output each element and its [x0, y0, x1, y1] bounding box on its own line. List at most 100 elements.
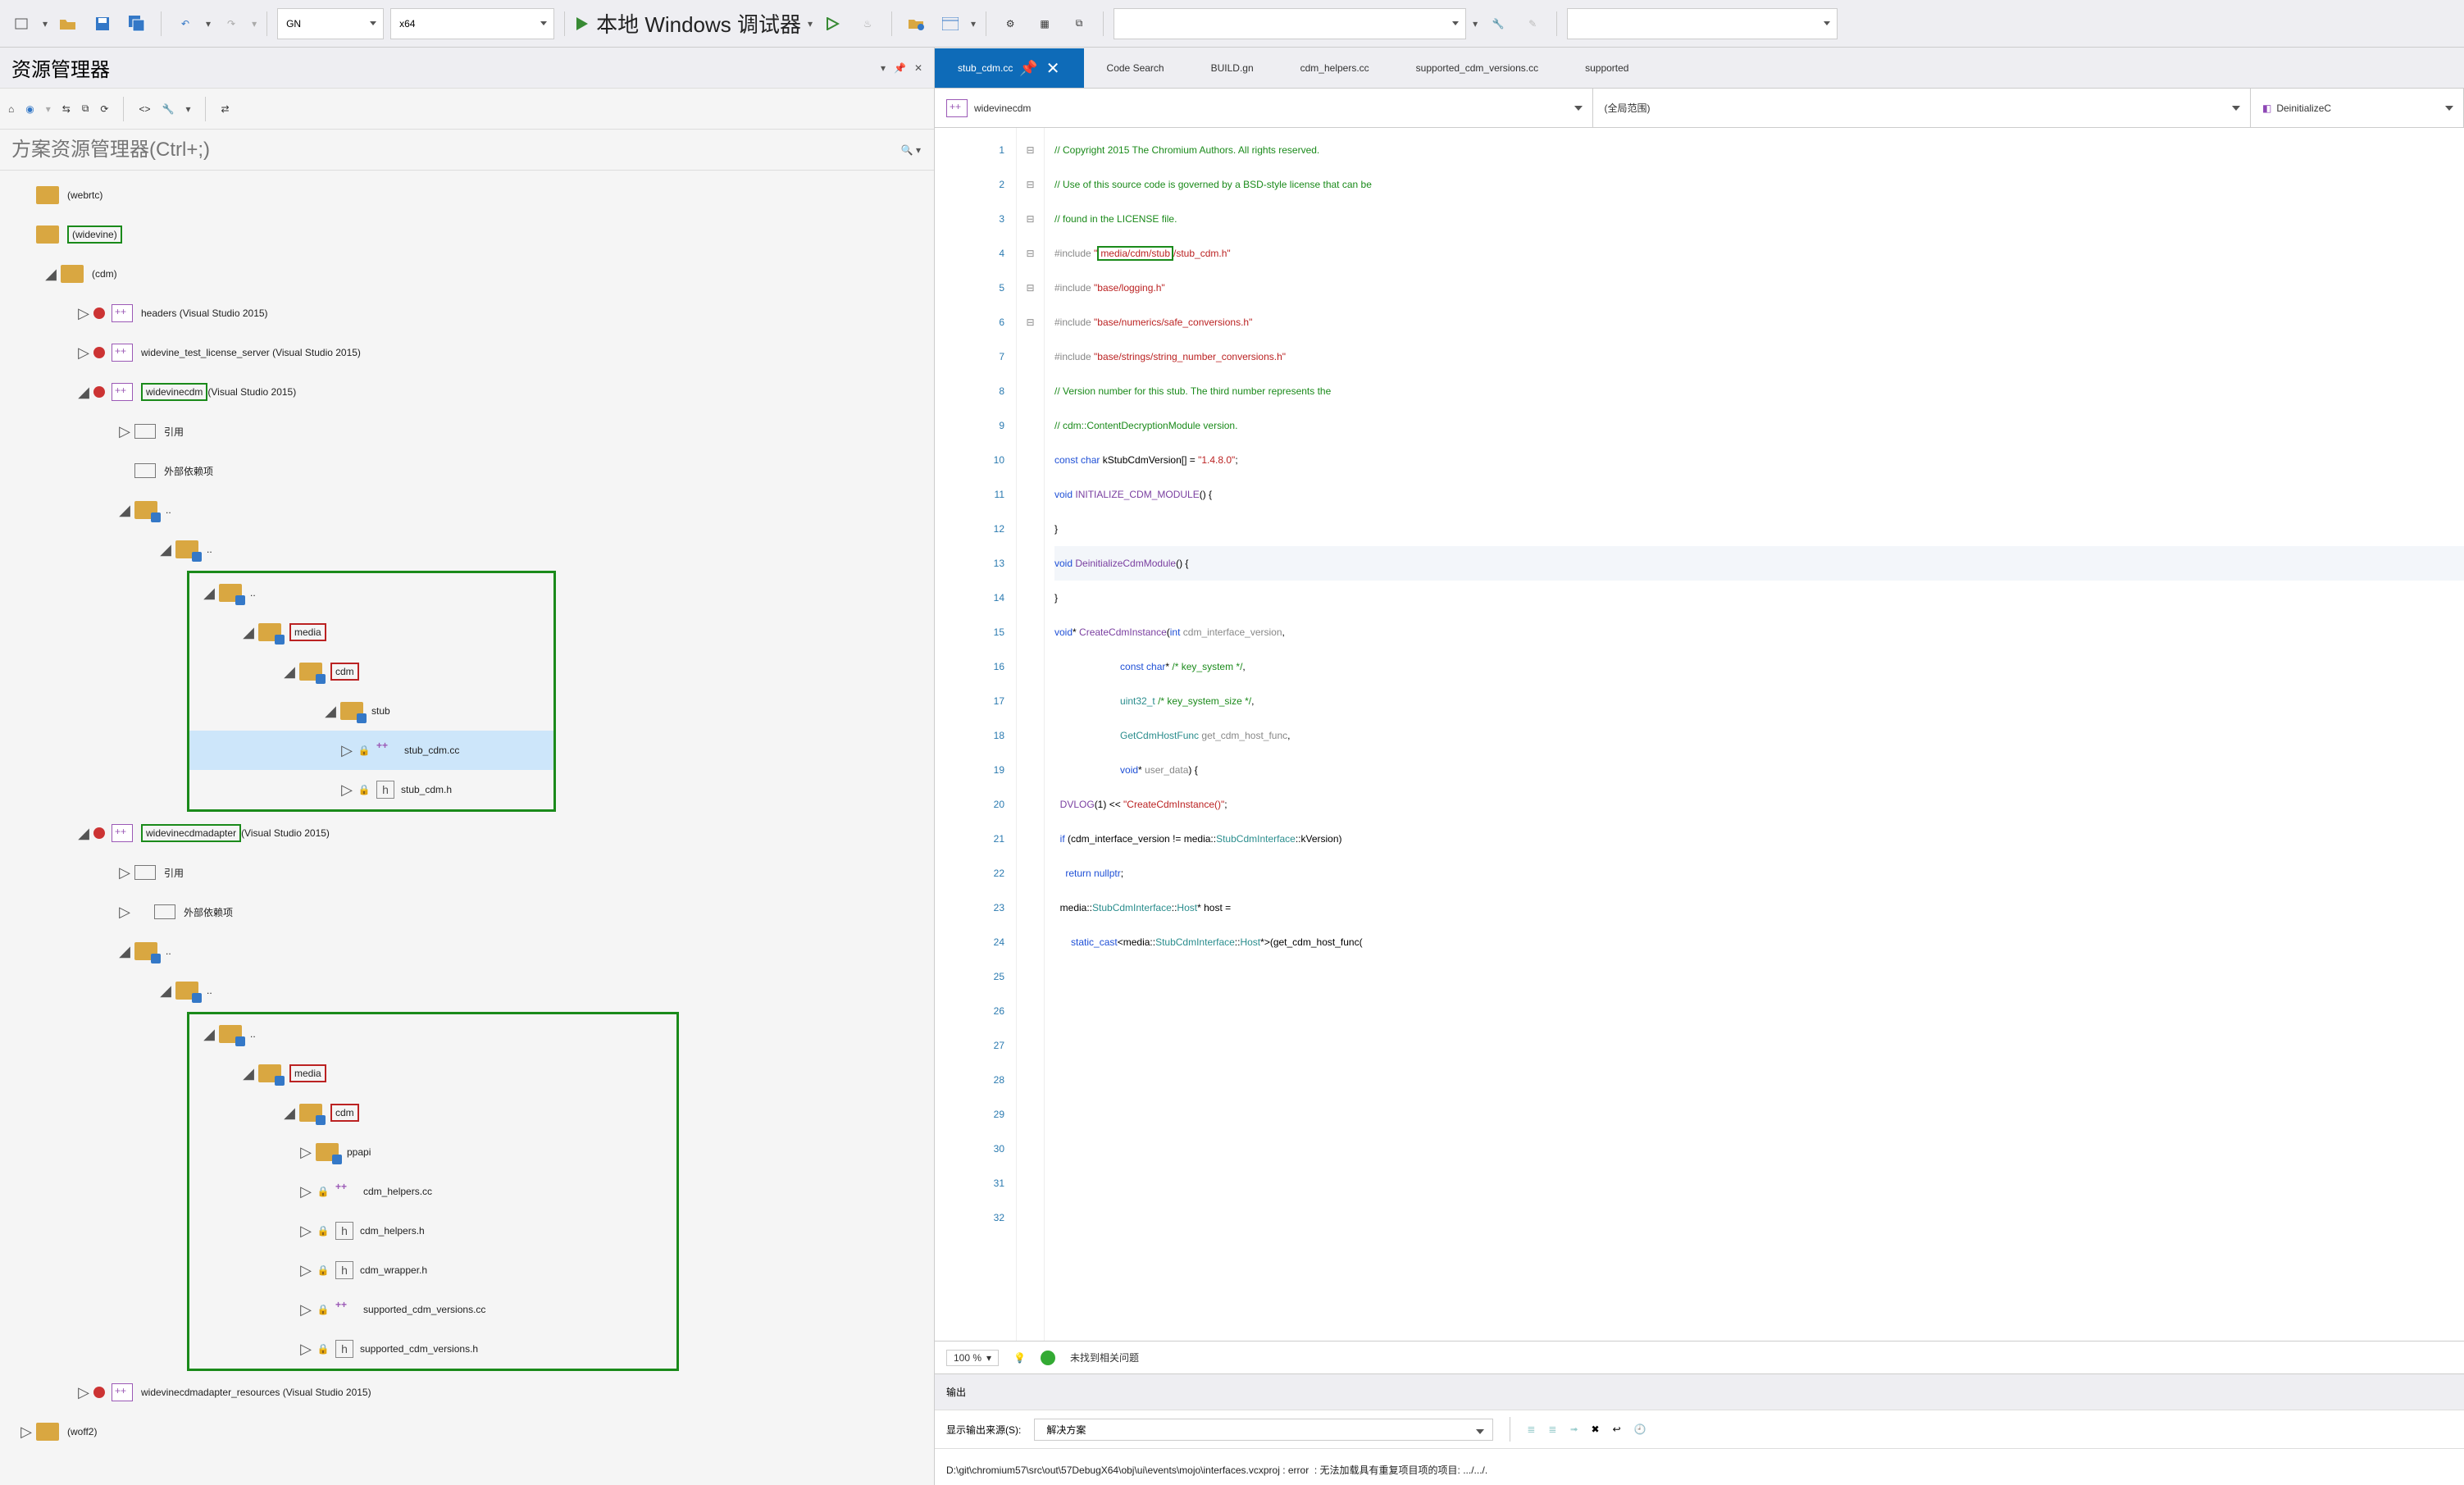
tree-webrtc[interactable]: (webrtc) — [67, 189, 102, 201]
copy-icon[interactable]: ⧉ — [82, 102, 89, 115]
out-goto-icon[interactable]: ➟ — [1569, 1424, 1578, 1435]
out-wrap-icon[interactable]: ↩ — [1613, 1424, 1621, 1435]
out-indent2-icon[interactable]: ≣ — [1548, 1424, 1556, 1435]
platform-combo[interactable]: x64 — [390, 8, 554, 39]
sync-icon[interactable]: ⇆ — [62, 103, 71, 115]
tree-wvcdm[interactable]: widevinecdm — [146, 386, 203, 398]
redo-icon[interactable]: ↷ — [217, 10, 245, 38]
out-indent-icon[interactable]: ≣ — [1527, 1424, 1535, 1435]
tree-widevine[interactable]: (widevine) — [67, 225, 122, 244]
close-icon[interactable]: ✕ — [914, 62, 922, 74]
explorer-search-input[interactable] — [11, 139, 922, 162]
solution-config-combo[interactable]: GN — [277, 8, 384, 39]
window-icon[interactable] — [936, 10, 964, 38]
tree-stub-cc[interactable]: stub_cdm.cc — [404, 745, 459, 756]
save-all-icon[interactable] — [123, 10, 151, 38]
refresh-icon[interactable]: ⟳ — [100, 103, 108, 115]
start-without-debug-icon[interactable] — [819, 10, 847, 38]
home-icon[interactable]: ⌂ — [8, 103, 14, 115]
output-src-label: 显示输出来源(S): — [946, 1423, 1021, 1437]
ok-icon — [1041, 1351, 1055, 1365]
lock-icon: 🔒 — [357, 784, 371, 795]
debug-label: 本地 Windows 调试器 — [596, 8, 801, 39]
tab-stub-cdm[interactable]: stub_cdm.cc📌✕ — [935, 48, 1084, 88]
tree-d6[interactable]: .. — [250, 1028, 256, 1040]
open-icon[interactable] — [54, 10, 82, 38]
solution-explorer-panel: 资源管理器 ▾ 📌 ✕ ⌂ ◉▾ ⇆ ⧉ ⟳ <> 🔧▾ ⇄ — [0, 48, 935, 1485]
hotreload-icon[interactable]: ♨ — [854, 10, 881, 38]
code-editor[interactable]: 1234567891011121314151617181920212223242… — [935, 128, 2464, 1341]
output-source-combo[interactable]: 解决方案 — [1034, 1419, 1493, 1441]
tree-cdm1[interactable]: cdm — [330, 663, 359, 681]
tree-stub-h[interactable]: stub_cdm.h — [401, 784, 452, 795]
tree-ppapi[interactable]: ppapi — [347, 1146, 371, 1158]
tree-wrapper-h[interactable]: cdm_wrapper.h — [360, 1264, 427, 1276]
tree-d3[interactable]: .. — [250, 587, 256, 599]
tree-ref1[interactable]: 引用 — [164, 425, 184, 439]
tree-ref2[interactable]: 引用 — [164, 866, 184, 880]
tab-helpers[interactable]: cdm_helpers.cc — [1278, 48, 1393, 88]
tree-d5[interactable]: .. — [207, 985, 212, 996]
solution-tree[interactable]: (webrtc) (widevine) ◢(cdm) ▷headers (Vis… — [0, 171, 934, 1485]
threads-icon[interactable]: ▦ — [1031, 10, 1059, 38]
search-combo[interactable] — [1567, 8, 1838, 39]
out-time-icon[interactable]: 🕘 — [1634, 1424, 1646, 1435]
pin-icon[interactable]: 📌 — [1019, 60, 1037, 77]
output-title: 输出 — [935, 1373, 2464, 1410]
tree-media1[interactable]: media — [289, 623, 326, 641]
pin-icon[interactable]: 📌 — [894, 62, 906, 74]
tree-helpers-cc[interactable]: cdm_helpers.cc — [363, 1186, 432, 1197]
dropdown-icon[interactable]: ▾ — [881, 62, 886, 74]
search-icon[interactable]: 🔍 ▾ — [901, 144, 921, 156]
collapse-icon[interactable]: ⇄ — [221, 103, 229, 115]
tab-buildgn[interactable]: BUILD.gn — [1188, 48, 1278, 88]
tree-helpers-h[interactable]: cdm_helpers.h — [360, 1225, 425, 1237]
panel-title-text: 资源管理器 — [11, 53, 110, 82]
tree-cdm[interactable]: (cdm) — [92, 268, 117, 280]
props-icon[interactable]: 🔧 — [162, 103, 174, 115]
tab-supported[interactable]: supported_cdm_versions.cc — [1393, 48, 1562, 88]
quick-launch-combo[interactable] — [1114, 8, 1466, 39]
tree-licsrv[interactable]: widevine_test_license_server (Visual Stu… — [141, 347, 361, 358]
tool1-icon[interactable]: 🔧 — [1484, 10, 1512, 38]
tree-d1[interactable]: .. — [166, 504, 171, 516]
tab-supported2[interactable]: supported — [1562, 48, 1652, 88]
output-body[interactable]: D:\git\chromium57\src\out\57DebugX64\obj… — [935, 1449, 2464, 1485]
tree-ext1[interactable]: 外部依赖项 — [164, 464, 213, 478]
tree-adapter[interactable]: widevinecdmadapter — [146, 827, 236, 839]
tree-d4[interactable]: .. — [166, 945, 171, 957]
undo-icon[interactable]: ↶ — [171, 10, 199, 38]
tab-codesearch[interactable]: Code Search — [1084, 48, 1188, 88]
tree-headers[interactable]: headers (Visual Studio 2015) — [141, 307, 268, 319]
tree-woff2[interactable]: (woff2) — [67, 1426, 97, 1437]
nav-scope[interactable]: (全局范围) — [1593, 89, 2252, 127]
platform-value: x64 — [399, 18, 415, 30]
nav-project[interactable]: widevinecdm — [935, 89, 1593, 127]
stack-icon[interactable]: ⧉ — [1065, 10, 1093, 38]
tree-stub[interactable]: stub — [371, 705, 390, 717]
tree-d2[interactable]: .. — [207, 544, 212, 555]
out-clear-icon[interactable]: ✖ — [1592, 1424, 1600, 1435]
code-icon[interactable]: <> — [139, 103, 150, 115]
lightbulb-icon[interactable]: 💡 — [1013, 1352, 1026, 1364]
zoom-combo[interactable]: 100 %▾ — [946, 1350, 999, 1366]
new-project-icon[interactable] — [8, 10, 36, 38]
tree-cdm2[interactable]: cdm — [330, 1104, 359, 1122]
browse-icon[interactable] — [902, 10, 930, 38]
output-toolbar: 显示输出来源(S): 解决方案 ≣ ≣ ➟ ✖ ↩ 🕘 — [935, 1410, 2464, 1449]
tree-media2[interactable]: media — [289, 1064, 326, 1082]
tree-sup-h[interactable]: supported_cdm_versions.h — [360, 1343, 478, 1355]
issues-text: 未找到相关问题 — [1070, 1351, 1139, 1364]
close-icon[interactable]: ✕ — [1046, 58, 1060, 79]
code-area[interactable]: // Copyright 2015 The Chromium Authors. … — [1045, 128, 2464, 1341]
save-icon[interactable] — [89, 10, 116, 38]
nav-func[interactable]: ◧DeinitializeC — [2251, 89, 2464, 127]
tree-res[interactable]: widevinecdmadapter_resources (Visual Stu… — [141, 1387, 371, 1398]
start-debug-button[interactable]: 本地 Windows 调试器 ▾ — [575, 8, 813, 39]
tool2-icon[interactable]: ✎ — [1519, 10, 1546, 38]
back-icon[interactable]: ◉ — [25, 103, 34, 115]
tree-ext2[interactable]: 外部依赖项 — [184, 905, 233, 919]
process-icon[interactable]: ⚙ — [996, 10, 1024, 38]
tree-sup-cc[interactable]: supported_cdm_versions.cc — [363, 1304, 485, 1315]
fold-column[interactable]: ⊟⊟⊟⊟⊟⊟ — [1017, 128, 1045, 1341]
